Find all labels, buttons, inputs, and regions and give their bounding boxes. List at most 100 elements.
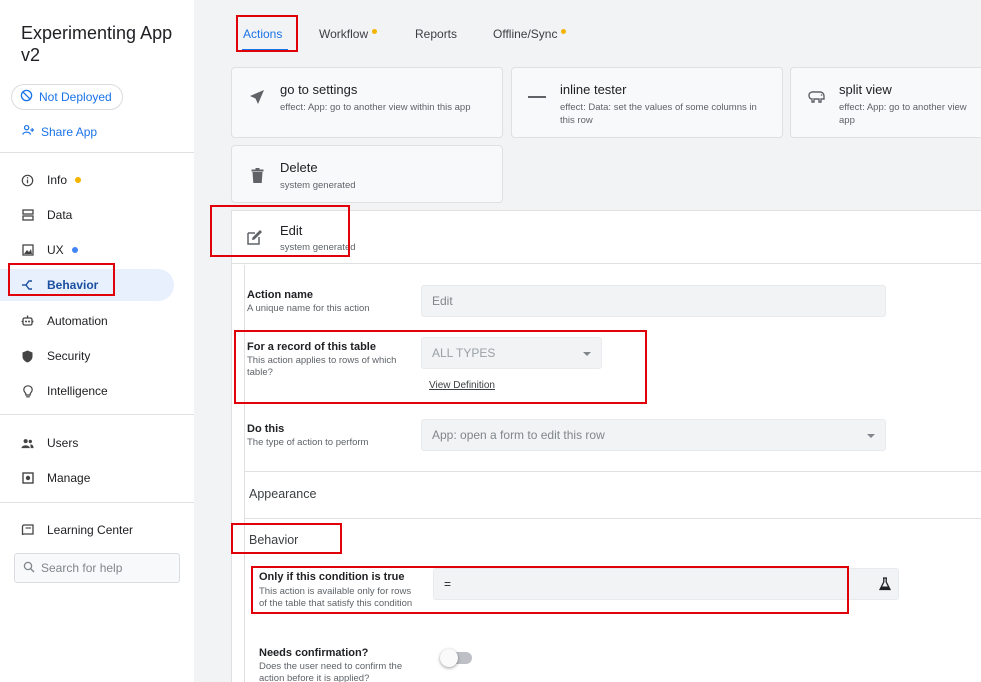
sidebar-item-label: Automation [47,314,108,328]
behavior-section-header[interactable]: Behavior [249,533,298,547]
action-card-go-to-settings[interactable]: go to settings effect: App: go to anothe… [231,67,503,138]
share-person-icon [22,124,35,139]
condition-label: Only if this condition is true [259,571,405,583]
info-icon [21,174,34,187]
trash-icon [248,166,266,184]
behavior-icon [21,279,34,292]
record-table-select[interactable]: ALL TYPES [421,337,602,369]
do-this-select[interactable]: App: open a form to edit this row [421,419,886,451]
toggle-knob [440,649,458,667]
chevron-down-icon [867,434,875,438]
sidebar-item-info[interactable]: Info [0,164,174,196]
data-icon [21,209,34,222]
tab-label: Offline/Sync [493,27,558,41]
attention-dot [75,177,82,183]
tab-label: Workflow [319,27,369,41]
condition-expression-field[interactable]: = [433,568,899,600]
search-icon [23,561,35,576]
attention-dot [71,247,78,253]
sidebar-item-ux[interactable]: UX [0,234,174,266]
condition-value: = [444,577,452,591]
confirmation-label: Needs confirmation? [259,647,369,659]
appearance-section-header[interactable]: Appearance [249,487,316,501]
active-tab-indicator [242,49,288,51]
share-app-label: Share App [41,124,98,139]
learning-center-icon [21,524,34,537]
do-this-value: App: open a form to edit this row [432,428,605,442]
deploy-status-label: Not Deployed [39,90,112,104]
sidebar-item-label: Behavior [47,278,99,292]
edit-icon [246,229,263,251]
shield-icon [21,350,34,363]
sidebar: Experimenting App v2 Not Deployed Share … [0,0,194,682]
sidebar-item-learning-center[interactable]: Learning Center [0,514,174,546]
tab-bar: Actions Workflow Reports Offline/Sync [194,0,981,56]
sidebar-item-behavior[interactable]: Behavior [0,269,174,301]
view-definition-link[interactable]: View Definition [429,380,495,391]
tab-workflow[interactable]: Workflow [319,27,378,41]
sidebar-divider [0,414,194,415]
selected-action-header[interactable]: Edit system generated [232,211,981,264]
manage-icon [21,472,34,485]
action-card-title: split view [839,82,892,97]
action-card-subtitle: effect: Data: set the values of some col… [560,102,757,126]
action-name-value: Edit [432,294,453,308]
tab-actions[interactable]: Actions [243,27,282,41]
action-name-field[interactable]: Edit [421,285,886,317]
confirmation-help: Does the user need to confirm the action… [259,661,403,682]
app-title: Experimenting App v2 [21,23,173,65]
not-deployed-icon [20,89,33,105]
action-card-title: inline tester [560,82,627,97]
selected-action-title: Edit [280,223,303,238]
do-this-help: The type of action to perform [247,437,369,448]
ux-icon [21,244,34,257]
hippo-icon [807,88,825,106]
sidebar-item-label: Users [47,436,79,450]
condition-help: This action is available only for rows o… [259,586,413,609]
action-card-subtitle: effect: App: go to another view within t… [280,102,471,113]
action-card-title: go to settings [280,82,358,97]
send-icon [248,88,266,106]
section-divider [245,471,981,472]
action-form: Action name A unique name for this actio… [244,265,981,682]
action-name-label: Action name [247,289,314,301]
action-card-subtitle: system generated [280,180,356,191]
deploy-status-chip[interactable]: Not Deployed [11,84,123,110]
sidebar-item-data[interactable]: Data [0,199,174,231]
do-this-label: Do this [247,423,285,435]
sidebar-item-manage[interactable]: Manage [0,462,174,494]
tab-offline-sync[interactable]: Offline/Sync [493,27,567,41]
record-table-value: ALL TYPES [432,346,496,360]
lightbulb-icon [21,384,34,398]
action-card-split-view[interactable]: split view effect: App: go to another vi… [790,67,981,138]
sidebar-divider [0,502,194,503]
record-table-help: This action applies to rows of which tab… [247,355,397,378]
flask-icon[interactable] [878,577,892,594]
tab-reports[interactable]: Reports [415,27,457,41]
sidebar-item-users[interactable]: Users [0,427,174,459]
sidebar-item-automation[interactable]: Automation [0,305,174,337]
action-card-title: Delete [280,160,318,175]
action-card-inline-tester[interactable]: inline tester effect: Data: set the valu… [511,67,783,138]
sidebar-item-intelligence[interactable]: Intelligence [0,375,174,407]
search-help-input[interactable]: Search for help [14,553,180,583]
sidebar-divider [0,152,194,153]
sidebar-item-label: Security [47,349,91,363]
minus-icon [528,88,546,106]
sidebar-item-label: Learning Center [47,523,134,537]
confirmation-toggle[interactable] [440,649,472,667]
users-icon [21,437,34,450]
tab-label: Reports [415,27,458,41]
tab-label: Actions [243,27,283,41]
sidebar-item-label: Data [47,208,73,222]
action-card-delete[interactable]: Delete system generated [231,145,503,203]
action-name-help: A unique name for this action [247,303,370,314]
attention-dot [561,28,567,34]
action-detail-panel: Edit system generated Action name A uniq… [231,210,981,682]
attention-dot [372,28,378,34]
share-app-link[interactable]: Share App [22,124,97,139]
section-divider [245,518,981,519]
search-placeholder: Search for help [41,561,123,575]
sidebar-item-security[interactable]: Security [0,340,174,372]
record-table-label: For a record of this table [247,341,376,353]
